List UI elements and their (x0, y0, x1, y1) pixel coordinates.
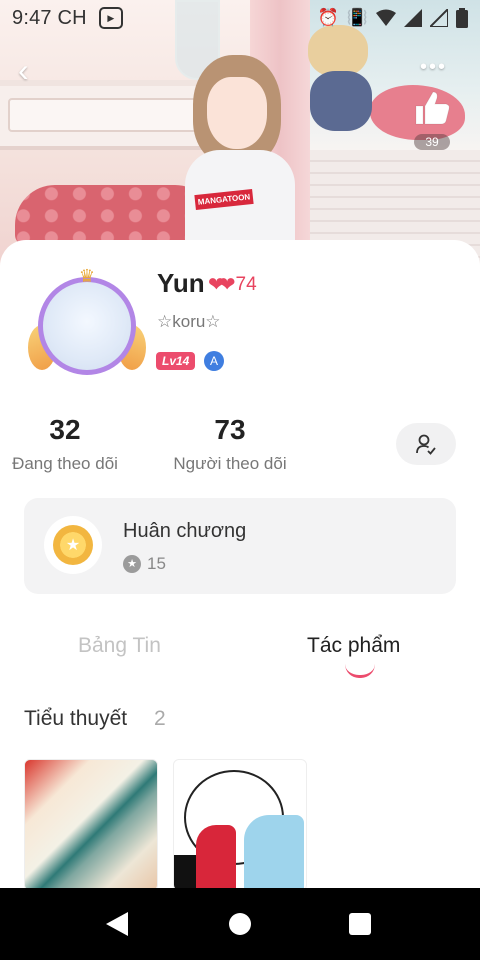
hearts-icon: ❤❤ (208, 274, 235, 296)
medals-card[interactable]: ★ Huân chương ★ 15 (24, 498, 456, 594)
avatar[interactable]: ♛ (28, 265, 146, 383)
tab-feed[interactable]: Bảng Tin (78, 634, 161, 658)
signal-icon (404, 9, 422, 27)
heart-level: ❤❤ 74 (208, 272, 257, 297)
wifi-icon (376, 9, 396, 26)
medals-count-row: ★ 15 (123, 554, 166, 574)
profile-bio: ☆koru☆ (157, 312, 221, 331)
medals-count: 15 (147, 554, 166, 573)
star-coin-icon: ★ (123, 555, 141, 573)
cover-character: MANGATOON (185, 55, 295, 270)
following-label: Đang theo dõi (12, 454, 118, 473)
system-nav-bar (0, 888, 480, 960)
following-count: 32 (49, 414, 81, 445)
vibrate-icon: 📳 (346, 8, 368, 27)
level-badge: Lv14 (156, 352, 196, 370)
profile-cover-image: MANGATOON (0, 0, 480, 270)
nav-recents-icon[interactable] (349, 913, 371, 935)
followers-stat[interactable]: 73 Người theo dõi (145, 414, 315, 474)
medal-icon: ★ (44, 516, 102, 574)
like-button[interactable]: 39 (412, 88, 452, 150)
signal-icon (430, 9, 448, 27)
novel-cover-2[interactable] (173, 759, 307, 891)
status-time: 9:47 CH (12, 6, 87, 29)
cover-drawer (8, 98, 208, 132)
nav-back-icon[interactable] (106, 912, 128, 936)
thumbs-up-icon (415, 91, 450, 125)
follow-status-button[interactable] (396, 423, 456, 465)
back-button[interactable]: ‹ (18, 54, 48, 86)
following-stat[interactable]: 32 Đang theo dõi (0, 414, 150, 474)
like-count: 39 (414, 134, 450, 150)
tab-works[interactable]: Tác phẩm (307, 634, 400, 658)
user-check-icon (416, 434, 436, 455)
avatar-image (38, 277, 136, 375)
more-options-button[interactable]: ••• (420, 56, 460, 84)
novel-cover-1[interactable] (24, 759, 158, 891)
app-notification-icon: ▶ (98, 7, 123, 29)
alarm-icon: ⏰ (317, 8, 339, 27)
username: Yun (157, 268, 205, 298)
nav-home-icon[interactable] (229, 913, 251, 935)
vip-badge-icon: A (204, 351, 224, 371)
novels-section-title: Tiểu thuyết (24, 707, 128, 730)
followers-label: Người theo dõi (173, 454, 287, 473)
status-icons: ⏰ 📳 (318, 8, 468, 28)
novels-section-count: 2 (154, 707, 166, 730)
cover-cat-plush (308, 25, 378, 135)
medals-title: Huân chương (123, 520, 247, 542)
heart-level-value: 74 (235, 273, 257, 295)
battery-icon (456, 8, 468, 28)
followers-count: 73 (214, 414, 246, 445)
status-bar: 9:47 CH ▶ ⏰ 📳 (0, 0, 480, 36)
crown-icon: ♛ (78, 266, 96, 286)
